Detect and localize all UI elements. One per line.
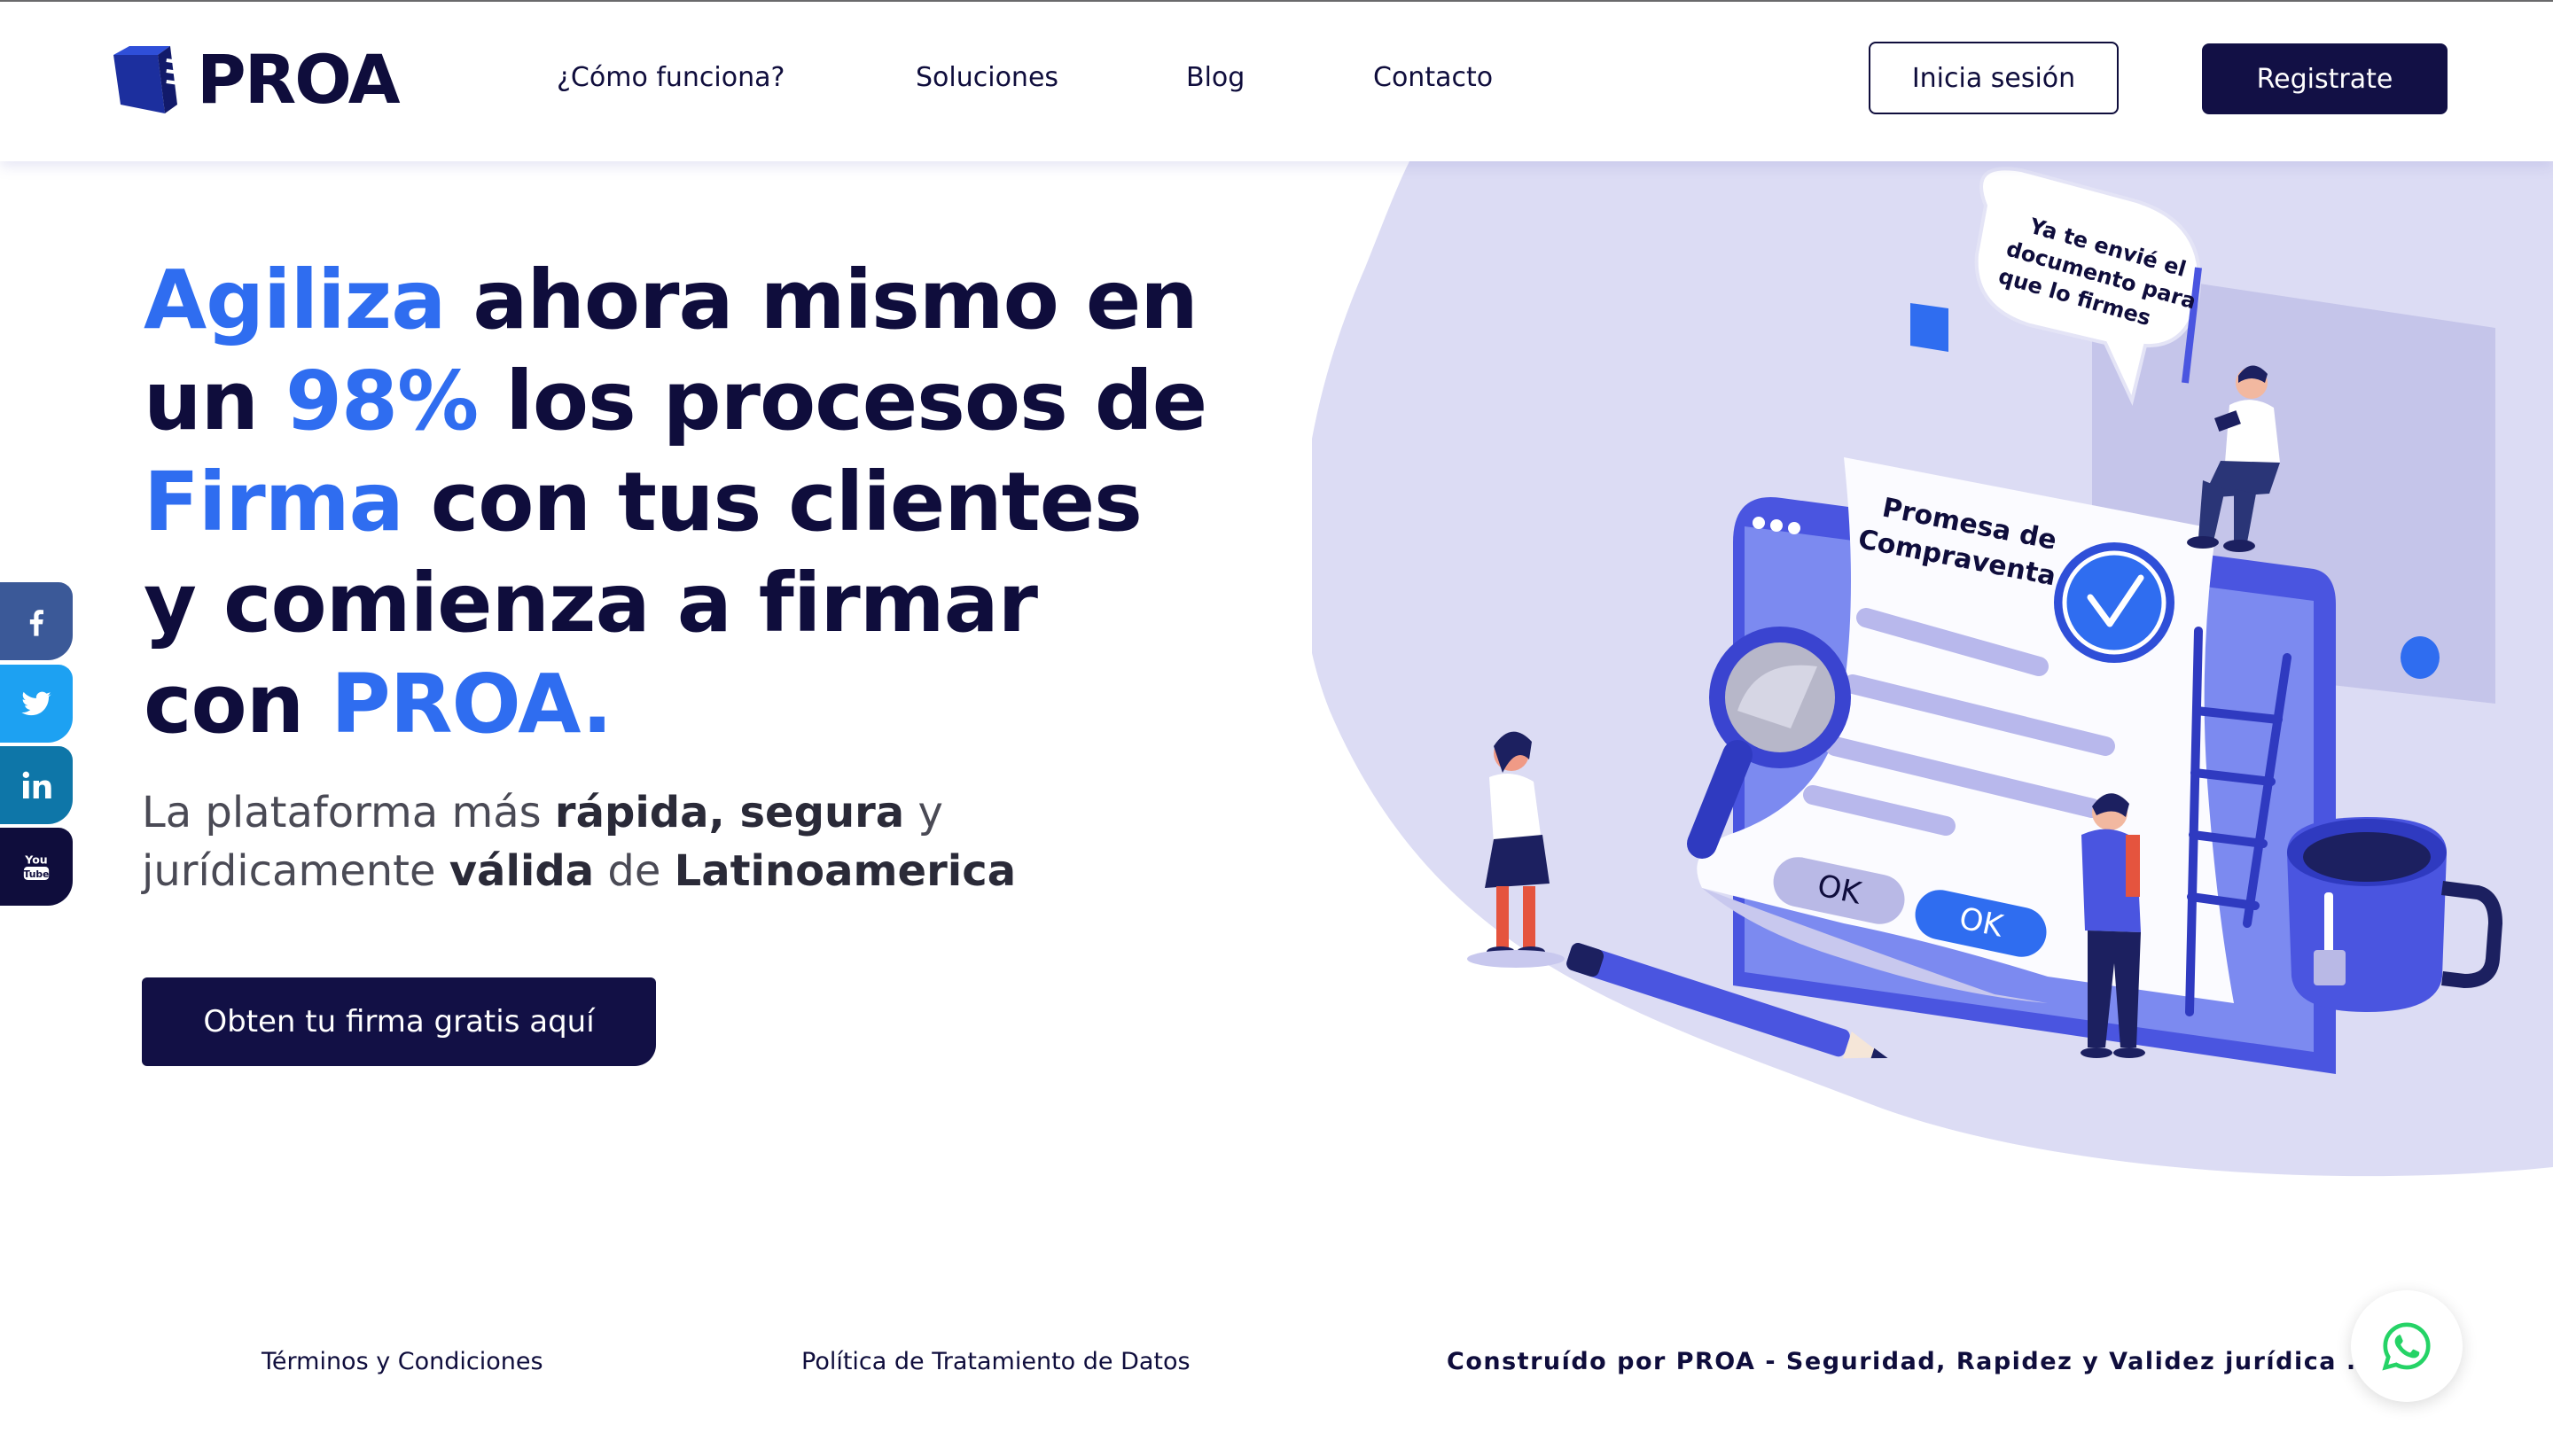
subtitle-text: La plataforma más	[142, 788, 555, 837]
social-youtube[interactable]: You Tube	[0, 828, 73, 906]
footer-built-by: Construído por PROA - Seguridad, Rapidez…	[1447, 1348, 2357, 1375]
svg-text:You: You	[24, 853, 47, 867]
twitter-icon	[21, 691, 52, 716]
facebook-icon	[29, 610, 43, 636]
hero-title-text: y comienza a firmar	[144, 556, 1038, 650]
nav-item-como-funciona[interactable]: ¿Cómo funciona?	[557, 60, 785, 96]
nav-item-blog[interactable]: Blog	[1186, 60, 1245, 96]
whatsapp-button[interactable]	[2351, 1290, 2463, 1402]
footer-privacy-link[interactable]: Política de Tratamiento de Datos	[801, 1344, 1191, 1380]
logo-text: PROA	[197, 40, 401, 119]
subtitle-text: y	[904, 788, 943, 837]
hero-title-text: un	[144, 354, 286, 448]
cta-free-signature-button[interactable]: Obten tu firma gratis aquí	[142, 977, 656, 1066]
subtitle-text: jurídicamente	[142, 846, 449, 896]
subtitle-bold: Latinoamerica	[674, 846, 1017, 896]
subtitle-text: de	[594, 846, 675, 896]
site-header: PROA ¿Cómo funciona? Soluciones Blog Con…	[0, 2, 2553, 161]
social-twitter[interactable]	[0, 665, 73, 743]
whatsapp-icon	[2382, 1322, 2431, 1371]
hero-title-accent: Agiliza	[144, 253, 446, 347]
hero-title-text: los procesos de	[478, 354, 1207, 448]
register-button[interactable]: Registrate	[2202, 43, 2448, 114]
hero-illustration: Promesa de Compraventa OK OK Ya te envié…	[1312, 161, 2553, 1177]
footer-terms-link[interactable]: Términos y Condiciones	[262, 1344, 543, 1380]
hero-title-accent: Firma	[144, 455, 404, 549]
svg-text:Tube: Tube	[24, 868, 50, 880]
login-button[interactable]: Inicia sesión	[1869, 42, 2119, 114]
youtube-icon: YouTube	[24, 853, 50, 880]
subtitle-bold: rápida, segura	[554, 788, 905, 837]
nav-item-contacto[interactable]: Contacto	[1373, 60, 1493, 96]
social-linkedin[interactable]	[0, 746, 73, 824]
hero-title-text: ahora mismo en	[445, 253, 1198, 347]
linkedin-icon	[22, 771, 51, 798]
hero-title-accent: PROA.	[331, 657, 613, 751]
social-facebook[interactable]	[0, 582, 73, 660]
hero-title-text: con tus clientes	[402, 455, 1143, 549]
hero-title: Agiliza ahora mismo en un 98% los proces…	[144, 250, 1207, 755]
logo-mark-icon	[113, 46, 181, 113]
subtitle-bold: válida	[449, 846, 595, 896]
hero-title-text: con	[144, 657, 304, 751]
brand-logo[interactable]: PROA	[113, 40, 401, 119]
hero-subtitle: La plataforma más rápida, segura y juríd…	[142, 783, 1117, 900]
nav-item-soluciones[interactable]: Soluciones	[916, 60, 1058, 96]
hero-title-accent: 98%	[285, 354, 479, 448]
